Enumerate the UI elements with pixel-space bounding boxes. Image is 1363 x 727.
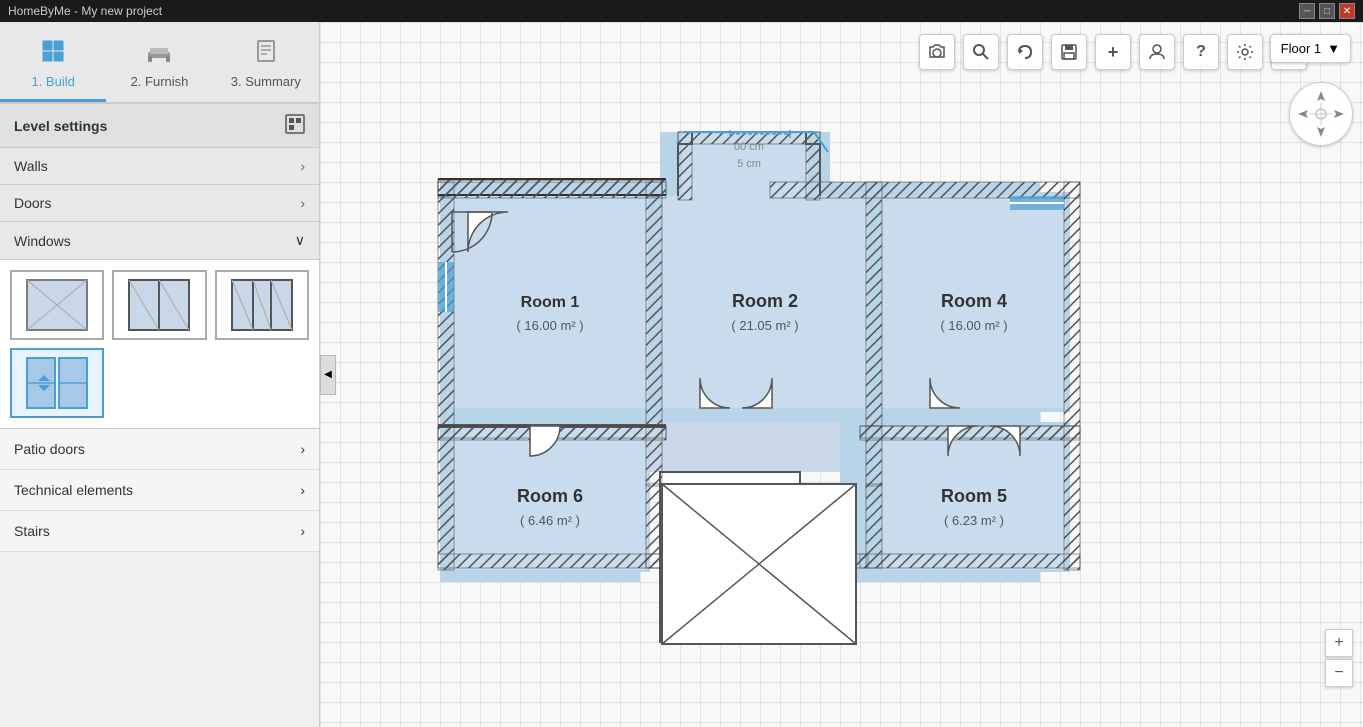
svg-text:( 16.00 m² ): ( 16.00 m² )	[516, 318, 583, 333]
window-option-1[interactable]	[10, 270, 104, 340]
patio-doors-chevron: ›	[300, 441, 305, 457]
svg-text:5 cm: 5 cm	[737, 158, 761, 170]
windows-grid	[0, 260, 319, 428]
top-nav: 1. Build 2. Furnish	[0, 22, 319, 104]
windows-chevron-down: ∨	[295, 232, 305, 249]
stairs-label: Stairs	[14, 523, 50, 539]
close-button[interactable]: ✕	[1339, 3, 1355, 19]
collapse-icon: ◀	[324, 369, 332, 380]
furnish-icon	[146, 38, 172, 70]
nav-compass[interactable]	[1289, 82, 1353, 146]
window-option-4[interactable]	[10, 348, 104, 418]
help-button[interactable]: ?	[1183, 34, 1219, 70]
tab-furnish[interactable]: 2. Furnish	[106, 30, 212, 102]
svg-text:Room 2: Room 2	[732, 291, 798, 311]
floor-label: Floor 1	[1281, 41, 1321, 56]
doors-section[interactable]: Doors ›	[0, 185, 319, 222]
level-settings-icon	[285, 114, 305, 137]
save-button[interactable]	[1051, 34, 1087, 70]
window-option-2[interactable]	[112, 270, 206, 340]
app-title: HomeByMe - My new project	[8, 4, 162, 18]
svg-text:Room 1: Room 1	[521, 294, 580, 311]
floor-plan: Room 1 ( 16.00 m² ) Room 2 ( 21.05 m² ) …	[350, 52, 1130, 652]
camera-button[interactable]	[919, 34, 955, 70]
patio-doors-label: Patio doors	[14, 441, 85, 457]
windows-label: Windows	[14, 233, 71, 249]
level-settings-header[interactable]: Level settings	[0, 104, 319, 148]
maximize-button[interactable]: □	[1319, 3, 1335, 19]
undo-button[interactable]	[1007, 34, 1043, 70]
patio-doors-section[interactable]: Patio doors ›	[0, 429, 319, 470]
tab-build-label: 1. Build	[31, 74, 74, 89]
collapse-panel-button[interactable]: ◀	[320, 355, 336, 395]
window-option-3[interactable]	[215, 270, 309, 340]
zoom-out-button[interactable]: −	[1325, 659, 1353, 687]
svg-text:00 cm: 00 cm	[734, 141, 764, 153]
doors-chevron: ›	[300, 195, 305, 211]
zoom-controls: + −	[1325, 629, 1353, 687]
tab-summary[interactable]: 3. Summary	[213, 30, 319, 102]
canvas-area[interactable]: ◀	[320, 22, 1363, 727]
main-layout: 1. Build 2. Furnish	[0, 22, 1363, 727]
sidebar: 1. Build 2. Furnish	[0, 22, 320, 727]
add-button[interactable]: +	[1095, 34, 1131, 70]
svg-text:( 21.05 m² ): ( 21.05 m² )	[731, 318, 798, 333]
windows-header[interactable]: Windows ∨	[0, 222, 319, 260]
window-controls: ─ □ ✕	[1299, 3, 1355, 19]
zoom-in-button[interactable]: +	[1325, 629, 1353, 657]
tab-furnish-label: 2. Furnish	[131, 74, 189, 89]
toolbar: + ?	[919, 34, 1307, 70]
floor-chevron: ▼	[1327, 41, 1340, 56]
settings-button[interactable]	[1227, 34, 1263, 70]
level-settings-label: Level settings	[14, 118, 107, 134]
floor-selector[interactable]: Floor 1 ▼	[1270, 34, 1351, 63]
minimize-button[interactable]: ─	[1299, 3, 1315, 19]
svg-text:Room 4: Room 4	[941, 291, 1007, 311]
technical-elements-label: Technical elements	[14, 482, 133, 498]
compass-circle[interactable]	[1289, 82, 1353, 146]
summary-icon	[253, 38, 279, 70]
svg-text:Room 5: Room 5	[941, 486, 1007, 506]
stairs-section[interactable]: Stairs ›	[0, 511, 319, 552]
stairs-chevron: ›	[300, 523, 305, 539]
svg-text:( 6.23 m² ): ( 6.23 m² )	[944, 513, 1004, 528]
tab-summary-label: 3. Summary	[231, 74, 301, 89]
svg-text:( 6.46 m² ): ( 6.46 m² )	[520, 513, 580, 528]
technical-elements-section[interactable]: Technical elements ›	[0, 470, 319, 511]
svg-text:Room 6: Room 6	[517, 486, 583, 506]
tab-build[interactable]: 1. Build	[0, 30, 106, 102]
build-icon	[40, 38, 66, 70]
user-button[interactable]	[1139, 34, 1175, 70]
walls-section[interactable]: Walls ›	[0, 148, 319, 185]
search-button[interactable]	[963, 34, 999, 70]
titlebar: HomeByMe - My new project ─ □ ✕	[0, 0, 1363, 22]
doors-label: Doors	[14, 195, 51, 211]
windows-section: Windows ∨	[0, 222, 319, 429]
technical-elements-chevron: ›	[300, 482, 305, 498]
walls-chevron: ›	[300, 158, 305, 174]
svg-text:( 16.00 m² ): ( 16.00 m² )	[940, 318, 1007, 333]
walls-label: Walls	[14, 158, 48, 174]
